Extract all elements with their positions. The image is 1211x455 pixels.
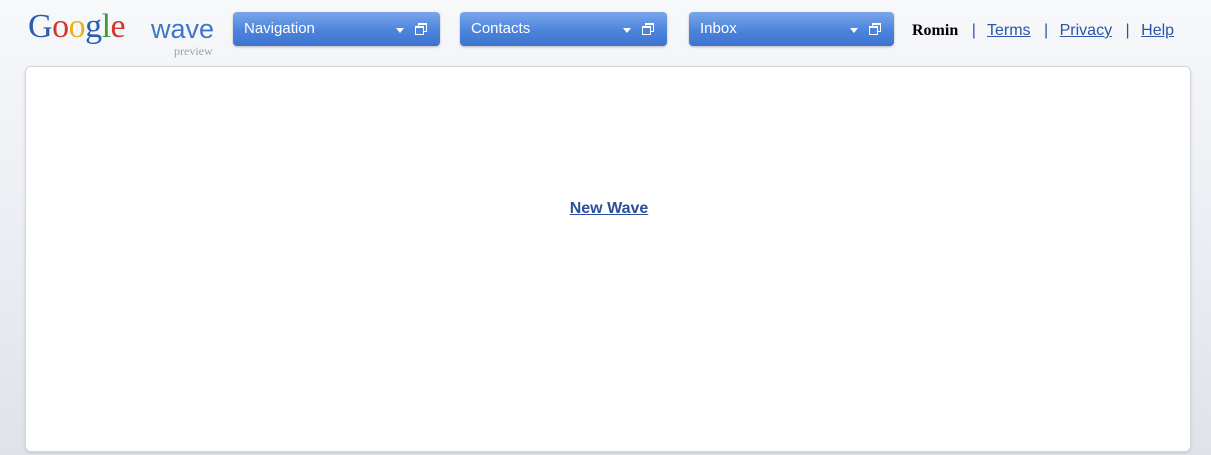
logo-letter: l [101, 8, 111, 45]
terms-link[interactable]: Terms [987, 22, 1031, 39]
logo-preview-text: preview [174, 44, 213, 58]
logo-letter: g [85, 8, 102, 45]
logo-letter: G [28, 8, 53, 45]
logo-letter: o [68, 8, 86, 45]
new-wave-link[interactable]: New Wave [570, 200, 649, 217]
chevron-down-icon[interactable] [396, 28, 404, 33]
user-links: Romin | Terms | Privacy | Help [912, 21, 1174, 41]
new-wave-container: New Wave [26, 199, 1192, 219]
privacy-link[interactable]: Privacy [1060, 22, 1112, 39]
logo-wave-text: wave [151, 14, 215, 44]
logo-letter: e [110, 8, 126, 45]
user-name: Romin [912, 22, 959, 39]
logo-google-text: Google [28, 8, 126, 46]
contacts-panel-button[interactable]: Contacts [460, 12, 667, 46]
link-separator: | [971, 22, 976, 39]
chevron-down-icon[interactable] [623, 28, 631, 33]
help-link[interactable]: Help [1141, 22, 1174, 39]
inbox-panel-button[interactable]: Inbox [689, 12, 894, 46]
link-separator: | [1125, 22, 1130, 39]
contacts-panel-label: Contacts [471, 20, 531, 37]
inbox-panel-label: Inbox [700, 20, 737, 37]
logo-letter: o [52, 8, 69, 45]
restore-window-icon[interactable] [869, 23, 881, 35]
google-wave-logo: Google wave preview [28, 8, 224, 58]
chevron-down-icon[interactable] [850, 28, 858, 33]
link-separator: | [1044, 22, 1049, 39]
wave-panel: New Wave [25, 66, 1191, 452]
navigation-panel-button[interactable]: Navigation [233, 12, 440, 46]
restore-window-icon[interactable] [642, 23, 654, 35]
restore-window-icon[interactable] [415, 23, 427, 35]
navigation-panel-label: Navigation [244, 20, 315, 37]
top-bar: Google wave preview Navigation Contacts … [0, 0, 1211, 64]
